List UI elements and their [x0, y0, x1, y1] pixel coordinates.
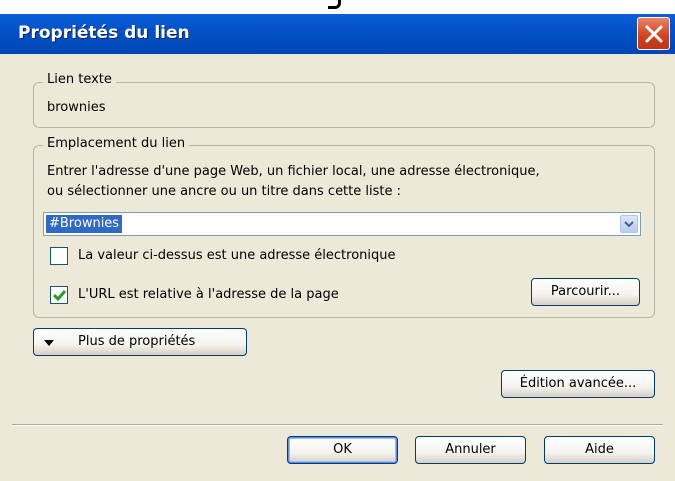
- ok-button[interactable]: OK: [287, 436, 398, 464]
- chevron-down-icon: [624, 221, 634, 227]
- footer-separator: [12, 424, 663, 426]
- link-text-group: [33, 82, 655, 128]
- browse-button[interactable]: Parcourir...: [531, 278, 640, 306]
- checkmark-icon: [53, 290, 66, 302]
- instructions-line-1: Entrer l'adresse d'une page Web, un fich…: [47, 164, 540, 179]
- instructions-line-2: ou sélectionner une ancre ou un titre da…: [47, 184, 401, 199]
- link-properties-dialog: Propriétés du lien Lien texte brownies E…: [0, 14, 675, 481]
- help-button[interactable]: Aide: [544, 436, 655, 464]
- close-icon: [645, 25, 663, 43]
- window-title: Propriétés du lien: [18, 23, 190, 43]
- relative-url-checkbox[interactable]: [50, 286, 68, 304]
- email-checkbox[interactable]: [50, 247, 68, 265]
- dropdown-button[interactable]: [620, 215, 638, 233]
- url-combobox[interactable]: #Brownies: [43, 212, 641, 236]
- url-input[interactable]: #Brownies: [46, 215, 123, 233]
- title-bar[interactable]: Propriétés du lien: [0, 14, 675, 54]
- link-location-legend: Emplacement du lien: [43, 136, 190, 151]
- more-properties-label: Plus de propriétés: [78, 334, 196, 349]
- cancel-button[interactable]: Annuler: [415, 436, 526, 464]
- advanced-edit-button[interactable]: Édition avancée...: [501, 370, 655, 398]
- email-checkbox-label: La valeur ci-dessus est une adresse élec…: [78, 248, 396, 263]
- triangle-down-icon: [44, 340, 54, 346]
- more-properties-button[interactable]: Plus de propriétés: [33, 328, 247, 356]
- top-strip: [0, 0, 675, 14]
- link-text-value: brownies: [47, 100, 106, 115]
- close-button[interactable]: [637, 17, 670, 50]
- relative-url-checkbox-label: L'URL est relative à l'adresse de la pag…: [78, 287, 339, 302]
- link-text-legend: Lien texte: [43, 72, 116, 87]
